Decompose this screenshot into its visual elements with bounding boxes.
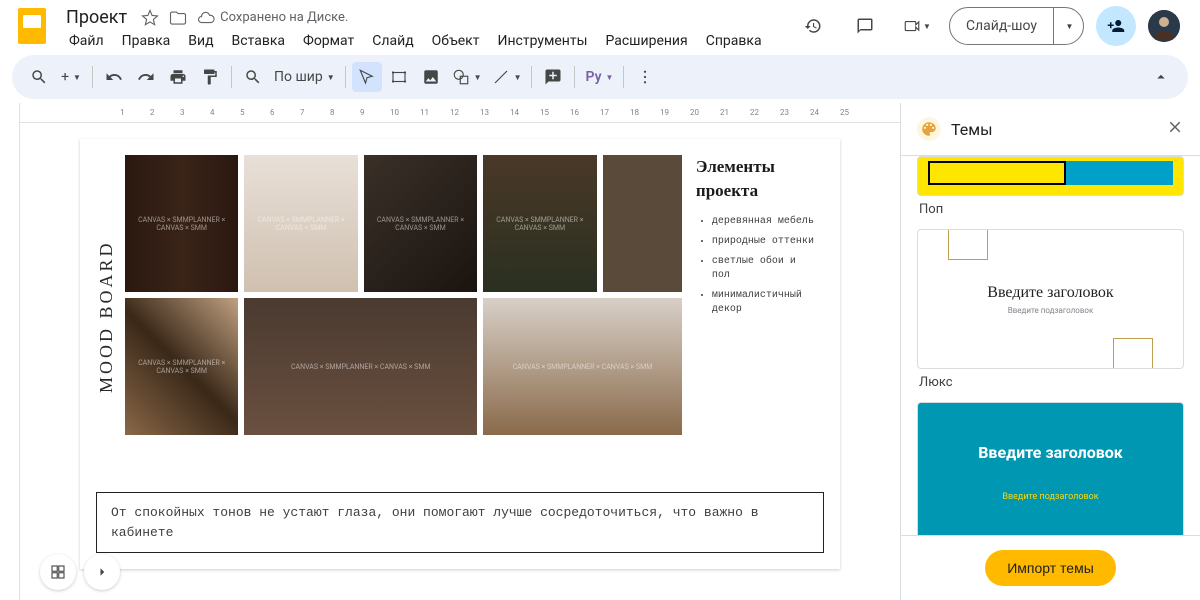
- menu-extensions[interactable]: Расширения: [598, 31, 694, 51]
- theme-name-label: Поп: [917, 196, 1184, 223]
- save-status[interactable]: Сохранено на Диске.: [197, 9, 348, 27]
- menu-tools[interactable]: Инструменты: [490, 31, 594, 51]
- collage-image[interactable]: CANVAS × SMMPLANNER × CANVAS × SMM: [483, 155, 596, 292]
- collage-image[interactable]: CANVAS × SMMPLANNER × CANVAS × SMM: [244, 298, 477, 435]
- bullet-item: светлые обои и пол: [712, 255, 816, 283]
- line-icon[interactable]: ▼: [488, 62, 526, 92]
- image-icon[interactable]: [416, 62, 446, 92]
- script-label[interactable]: Py▼: [581, 62, 617, 92]
- menu-insert[interactable]: Вставка: [225, 31, 292, 51]
- slide-text-block[interactable]: Элементы проекта деревянная мебельприрод…: [688, 155, 824, 435]
- share-button[interactable]: [1096, 6, 1136, 46]
- bullet-item: природные оттенки: [712, 235, 816, 249]
- slideshow-button[interactable]: Слайд-шоу ▼: [949, 7, 1084, 45]
- collage-image[interactable]: CANVAS × SMMPLANNER × CANVAS × SMM: [364, 155, 477, 292]
- menu-help[interactable]: Справка: [699, 31, 769, 51]
- new-slide-button[interactable]: +▼: [56, 62, 86, 92]
- themes-panel-title: Темы: [951, 120, 1156, 139]
- account-avatar[interactable]: [1148, 10, 1180, 42]
- close-icon[interactable]: [1166, 118, 1184, 140]
- zoom-fit-select[interactable]: По шир▼: [270, 62, 339, 92]
- theme-preview-lux[interactable]: Введите заголовокВведите подзаголовок: [917, 229, 1184, 369]
- theme-preview-blue[interactable]: Введите заголовокВведите подзаголовок: [917, 402, 1184, 535]
- horizontal-ruler: 1234567891011121314151617181920212223242…: [20, 103, 900, 123]
- comment-add-icon[interactable]: [538, 62, 568, 92]
- toolbar: +▼ По шир▼ ▼ ▼ Py▼: [12, 55, 1188, 99]
- meet-icon[interactable]: ▼: [897, 6, 937, 46]
- move-folder-icon[interactable]: [169, 9, 187, 27]
- menu-edit[interactable]: Правка: [115, 31, 178, 51]
- paint-format-icon[interactable]: [195, 62, 225, 92]
- vertical-ruler: [0, 103, 20, 600]
- slide-canvas[interactable]: MOOD BOARD CANVAS × SMMPLANNER × CANVAS …: [80, 139, 840, 569]
- menu-slide[interactable]: Слайд: [365, 31, 420, 51]
- expand-filmstrip-icon[interactable]: [84, 554, 120, 590]
- slide-caption-box[interactable]: От спокойных тонов не устают глаза, они …: [96, 492, 824, 553]
- shape-icon[interactable]: ▼: [448, 62, 486, 92]
- slides-logo[interactable]: [12, 6, 52, 46]
- collage-image[interactable]: CANVAS × SMMPLANNER × CANVAS × SMM: [244, 155, 357, 292]
- color-palette[interactable]: [603, 155, 682, 292]
- import-theme-button[interactable]: Импорт темы: [985, 550, 1116, 586]
- app-header: Проект Сохранено на Диске. Файл Правка В…: [0, 0, 1200, 51]
- collage-image[interactable]: CANVAS × SMMPLANNER × CANVAS × SMM: [125, 155, 238, 292]
- bullet-item: минималистичный декор: [712, 289, 816, 317]
- search-menus-icon[interactable]: [24, 62, 54, 92]
- collapse-toolbar-icon[interactable]: [1146, 62, 1176, 92]
- select-tool-icon[interactable]: [352, 62, 382, 92]
- menu-format[interactable]: Формат: [296, 31, 361, 51]
- document-title[interactable]: Проект: [62, 6, 131, 29]
- slideshow-dropdown-icon[interactable]: ▼: [1053, 8, 1083, 44]
- grid-view-icon[interactable]: [40, 554, 76, 590]
- textbox-icon[interactable]: [384, 62, 414, 92]
- themes-palette-icon: [917, 117, 941, 141]
- menu-file[interactable]: Файл: [62, 31, 111, 51]
- comments-icon[interactable]: [845, 6, 885, 46]
- themes-panel: Темы Поп Введите заголовокВведите подзаго…: [900, 103, 1200, 600]
- theme-name-label: Люкс: [917, 369, 1184, 396]
- collage-image[interactable]: CANVAS × SMMPLANNER × CANVAS × SMM: [125, 298, 238, 435]
- bullet-item: деревянная мебель: [712, 215, 816, 229]
- menu-object[interactable]: Объект: [425, 31, 487, 51]
- history-icon[interactable]: [793, 6, 833, 46]
- print-icon[interactable]: [163, 62, 193, 92]
- redo-icon[interactable]: [131, 62, 161, 92]
- theme-preview-pop[interactable]: [917, 156, 1184, 196]
- star-icon[interactable]: [141, 9, 159, 27]
- menu-bar: Файл Правка Вид Вставка Формат Слайд Объ…: [62, 31, 783, 51]
- more-icon[interactable]: [630, 62, 660, 92]
- collage-image[interactable]: CANVAS × SMMPLANNER × CANVAS × SMM: [483, 298, 682, 435]
- zoom-icon[interactable]: [238, 62, 268, 92]
- mood-board-label: MOOD BOARD: [96, 155, 117, 478]
- undo-icon[interactable]: [99, 62, 129, 92]
- menu-view[interactable]: Вид: [181, 31, 220, 51]
